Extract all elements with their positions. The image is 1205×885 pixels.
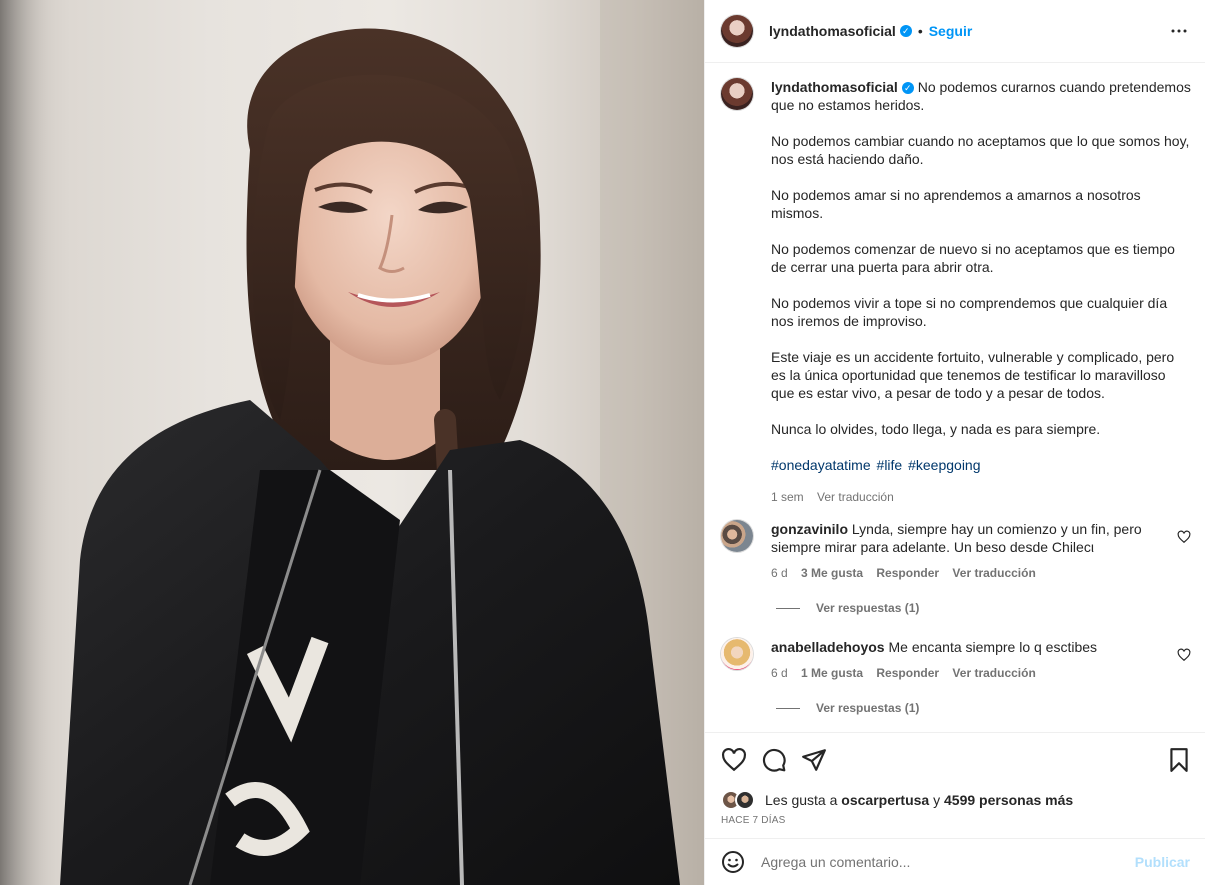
caption-paragraph: No podemos comenzar de nuevo si no acept… bbox=[771, 241, 1175, 275]
hashtag-link[interactable]: #onedayatatime bbox=[771, 457, 871, 473]
comment-bubble-icon[interactable] bbox=[761, 747, 787, 773]
commenter-username[interactable]: gonzavinilo bbox=[771, 521, 848, 537]
post-caption: lyndathomasoficial ✓ No podemos curarnos … bbox=[721, 78, 1191, 506]
add-comment-bar: Publicar bbox=[705, 838, 1205, 885]
commenter-avatar[interactable] bbox=[721, 520, 753, 552]
comment-translate-button[interactable]: Ver traducción bbox=[952, 666, 1035, 680]
comment-meta: 6 d 1 Me gusta Responder Ver traducción bbox=[771, 664, 1171, 682]
comments-scroll-area[interactable]: lyndathomasoficial ✓ No podemos curarnos … bbox=[705, 63, 1205, 732]
caption-paragraph: No podemos amar si no aprendemos a amarn… bbox=[771, 187, 1141, 221]
verified-badge-icon: ✓ bbox=[899, 25, 912, 37]
emoji-icon[interactable] bbox=[721, 850, 745, 874]
hashtag-link[interactable]: #keepgoing bbox=[908, 457, 980, 473]
view-replies-button[interactable]: Ver respuestas (1) bbox=[776, 701, 919, 715]
caption-paragraph: No podemos cambiar cuando no aceptamos q… bbox=[771, 133, 1190, 167]
view-replies-label: Ver respuestas (1) bbox=[816, 701, 920, 715]
likes-prefix: Les gusta a bbox=[765, 792, 838, 808]
post-header: lyndathomasoficial ✓ • Seguir bbox=[705, 0, 1205, 63]
comment-likes-count[interactable]: 3 Me gusta bbox=[801, 566, 863, 580]
post-side-panel: lyndathomasoficial ✓ • Seguir lyndathoma… bbox=[704, 0, 1205, 885]
comment-item: anabelladehoyos Me encanta siempre lo q … bbox=[721, 638, 1191, 682]
follow-button[interactable]: Seguir bbox=[929, 23, 973, 39]
caption-paragraph: Este viaje es un accidente fortuito, vul… bbox=[771, 349, 1175, 401]
bookmark-icon[interactable] bbox=[1166, 747, 1192, 773]
comment-age[interactable]: 6 d bbox=[771, 666, 788, 680]
verified-badge-icon: ✓ bbox=[901, 82, 914, 95]
publish-button[interactable]: Publicar bbox=[1135, 854, 1190, 870]
comment-item: gonzavinilo Lynda, siempre hay un comien… bbox=[721, 520, 1191, 582]
replies-divider-line bbox=[776, 607, 800, 609]
caption-author-username[interactable]: lyndathomasoficial bbox=[771, 79, 898, 95]
post-actions: Les gusta a oscarpertusa y 4599 personas… bbox=[705, 732, 1205, 842]
likers-avatars bbox=[721, 790, 759, 810]
comment-input[interactable] bbox=[761, 854, 1121, 870]
caption-first-paragraph: lyndathomasoficial ✓ No podemos curarnos … bbox=[771, 78, 1191, 114]
commenter-username[interactable]: anabelladehoyos bbox=[771, 639, 885, 655]
heart-icon[interactable] bbox=[721, 747, 747, 773]
hashtag-link[interactable]: #life bbox=[877, 457, 903, 473]
header-separator: • bbox=[917, 23, 923, 39]
caption-age[interactable]: 1 sem bbox=[771, 490, 804, 504]
caption-paragraph: Nunca lo olvides, todo llega, y nada es … bbox=[771, 421, 1101, 437]
post-date[interactable]: HACE 7 DÍAS bbox=[721, 815, 785, 826]
comment-heart-icon[interactable] bbox=[1177, 648, 1191, 662]
comment-text-block: anabelladehoyos Me encanta siempre lo q … bbox=[771, 638, 1171, 656]
comment-heart-icon[interactable] bbox=[1177, 530, 1191, 544]
likes-summary[interactable]: Les gusta a oscarpertusa y 4599 personas… bbox=[721, 790, 1073, 810]
comment-age[interactable]: 6 d bbox=[771, 566, 788, 580]
reply-button[interactable]: Responder bbox=[876, 566, 939, 580]
author-avatar[interactable] bbox=[721, 15, 753, 47]
caption-hashtags: #onedayatatime #life #keepgoing bbox=[771, 456, 1191, 474]
reply-button[interactable]: Responder bbox=[876, 666, 939, 680]
caption-author-avatar[interactable] bbox=[721, 78, 753, 110]
likes-highlight-user[interactable]: oscarpertusa bbox=[841, 792, 929, 808]
paper-plane-icon[interactable] bbox=[801, 747, 827, 773]
more-horizontal-icon[interactable] bbox=[1170, 22, 1188, 40]
comment-text-block: gonzavinilo Lynda, siempre hay un comien… bbox=[771, 520, 1171, 556]
author-username[interactable]: lyndathomasoficial bbox=[769, 23, 896, 39]
comment-likes-count[interactable]: 1 Me gusta bbox=[801, 666, 863, 680]
caption-meta: 1 sem Ver traducción bbox=[771, 488, 1191, 506]
view-replies-button[interactable]: Ver respuestas (1) bbox=[776, 601, 919, 615]
post-photo[interactable] bbox=[0, 0, 704, 885]
caption-paragraph: No podemos vivir a tope si no comprendem… bbox=[771, 295, 1168, 329]
liker-avatar bbox=[735, 790, 755, 810]
commenter-avatar[interactable] bbox=[721, 638, 753, 670]
portrait-illustration bbox=[0, 0, 704, 885]
comment-translate-button[interactable]: Ver traducción bbox=[952, 566, 1035, 580]
replies-divider-line bbox=[776, 707, 800, 709]
view-replies-label: Ver respuestas (1) bbox=[816, 601, 920, 615]
caption-translate-button[interactable]: Ver traducción bbox=[817, 490, 894, 504]
likes-others-count[interactable]: 4599 personas más bbox=[944, 792, 1073, 808]
likes-joiner: y bbox=[933, 792, 941, 808]
comment-text: Me encanta siempre lo q esctibes bbox=[888, 639, 1098, 655]
comment-meta: 6 d 3 Me gusta Responder Ver traducción bbox=[771, 564, 1171, 582]
